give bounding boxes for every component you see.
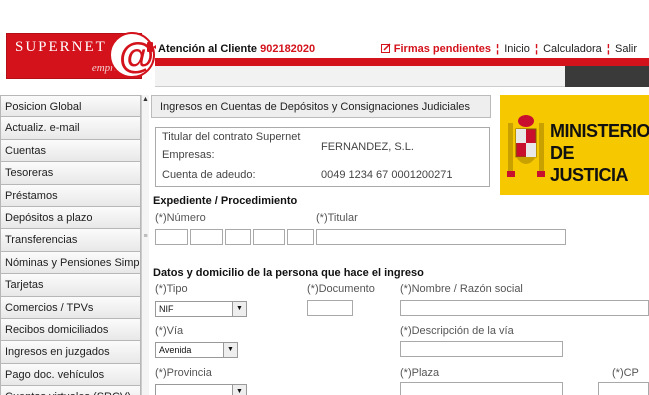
descripcion-input[interactable] [400, 341, 563, 357]
sidebar-menu: Posicion Global Actualiz. e-mail Cuentas… [0, 95, 141, 395]
datos-section-title: Datos y domicilio de la persona que hace… [153, 267, 424, 279]
main-content: Ingresos en Cuentas de Depósitos y Consi… [151, 95, 649, 395]
chevron-down-icon[interactable]: ▼ [223, 343, 237, 357]
descripcion-label: (*)Descripción de la vía [400, 325, 514, 337]
via-select[interactable]: Avenida ▼ [155, 342, 238, 358]
header: SUPERNET empresas @ Atención al Cliente … [0, 0, 649, 88]
page-title: Ingresos en Cuentas de Depósitos y Consi… [151, 95, 491, 118]
sidebar-item-prestamos[interactable]: Préstamos [0, 184, 141, 207]
titular-input[interactable] [316, 229, 566, 245]
contract-info-box: Titular del contrato Supernet Empresas: … [155, 127, 490, 187]
phone-icon [147, 42, 156, 52]
sidebar-item-tesoreras[interactable]: Tesoreras [0, 162, 141, 185]
numero-input-5[interactable] [287, 229, 314, 245]
numero-input-3[interactable] [225, 229, 251, 245]
plaza-label: (*)Plaza [400, 367, 440, 379]
via-label: (*)Vía [155, 325, 184, 337]
empresas-label: Empresas: [162, 149, 215, 161]
provincia-select[interactable]: ▼ [155, 384, 247, 395]
tipo-selected-value: NIF [159, 304, 174, 314]
pending-signatures-link[interactable]: Firmas pendientes [394, 43, 491, 55]
titular-field-label: (*)Titular [316, 212, 358, 224]
numero-input-1[interactable] [155, 229, 188, 245]
sidebar-item-recibos[interactable]: Recibos domiciliados [0, 318, 141, 342]
cuenta-value: 0049 1234 67 0001200271 [321, 169, 453, 181]
scroll-up-icon[interactable]: ▲ [142, 95, 149, 104]
header-red-bar [155, 58, 649, 66]
titular-label: Titular del contrato Supernet [162, 131, 301, 143]
tipo-label: (*)Tipo [155, 283, 188, 295]
nombre-label: (*)Nombre / Razón social [400, 283, 523, 295]
nombre-input[interactable] [400, 300, 649, 316]
calculator-link[interactable]: Calculadora [543, 43, 602, 55]
home-link[interactable]: Inicio [504, 43, 530, 55]
sidebar-item-tarjetas[interactable]: Tarjetas [0, 274, 141, 297]
top-links: Firmas pendientes ¦ Inicio ¦ Calculadora… [380, 43, 637, 55]
separator: ¦ [496, 43, 500, 55]
chevron-down-icon[interactable]: ▼ [232, 302, 246, 316]
plaza-input[interactable] [400, 382, 563, 395]
cp-input[interactable] [598, 382, 649, 395]
sidebar-item-transferencias[interactable]: Transferencias [0, 229, 141, 252]
customer-service-number: 902182020 [260, 43, 316, 55]
sidebar-item-cuentas-virtuales[interactable]: Cuentas virtuales (SRCV) [0, 386, 141, 395]
expediente-section-title: Expediente / Procedimiento [153, 195, 298, 207]
sidebar-item-ingresos-juzgados[interactable]: Ingresos en juzgados [0, 341, 141, 364]
cuenta-label: Cuenta de adeudo: [162, 169, 256, 181]
sidebar-item-nominas[interactable]: Nóminas y Pensiones Simples [0, 251, 141, 275]
provincia-label: (*)Provincia [155, 367, 212, 379]
customer-service: Atención al Cliente 902182020 [158, 43, 315, 55]
sidebar-item-depositos[interactable]: Depósitos a plazo [0, 206, 141, 230]
numero-input-2[interactable] [190, 229, 223, 245]
separator: ¦ [534, 43, 539, 55]
sidebar-item-pago-vehiculos[interactable]: Pago doc. vehículos [0, 363, 141, 387]
documento-input[interactable] [307, 300, 353, 316]
ministerio-text: MINISTERIO DE JUSTICIA [550, 120, 649, 186]
separator: ¦ [606, 43, 610, 55]
sidebar-item-comercios[interactable]: Comercios / TPVs [0, 296, 141, 319]
logo-title: SUPERNET [15, 39, 107, 55]
header-dark-block [565, 66, 649, 87]
logout-link[interactable]: Salir [615, 43, 637, 55]
numero-label: (*)Número [155, 212, 206, 224]
ministerio-line2: DE JUSTICIA [550, 143, 629, 185]
cp-label: (*)CP [612, 367, 639, 379]
scroll-grip-icon[interactable]: ≡ [142, 230, 149, 244]
coat-of-arms-icon [507, 115, 545, 177]
sidebar-item-posicion-global[interactable]: Posicion Global [0, 95, 141, 118]
ministerio-line1: MINISTERIO [550, 121, 649, 141]
chevron-down-icon[interactable]: ▼ [232, 385, 246, 395]
via-selected-value: Avenida [159, 345, 192, 355]
numero-input-4[interactable] [253, 229, 285, 245]
sidebar-scrollbar[interactable]: ▲ ≡ [141, 95, 149, 395]
sidebar-item-actualiz-email[interactable]: Actualiz. e-mail [0, 117, 141, 140]
sidebar-item-cuentas[interactable]: Cuentas [0, 139, 141, 163]
documento-label: (*)Documento [307, 283, 375, 295]
at-logo-icon: @ [109, 32, 155, 78]
customer-service-label: Atención al Cliente [158, 43, 258, 55]
empresas-value: FERNANDEZ, S.L. [321, 141, 414, 153]
edit-icon [380, 43, 391, 53]
tipo-select[interactable]: NIF ▼ [155, 301, 247, 317]
